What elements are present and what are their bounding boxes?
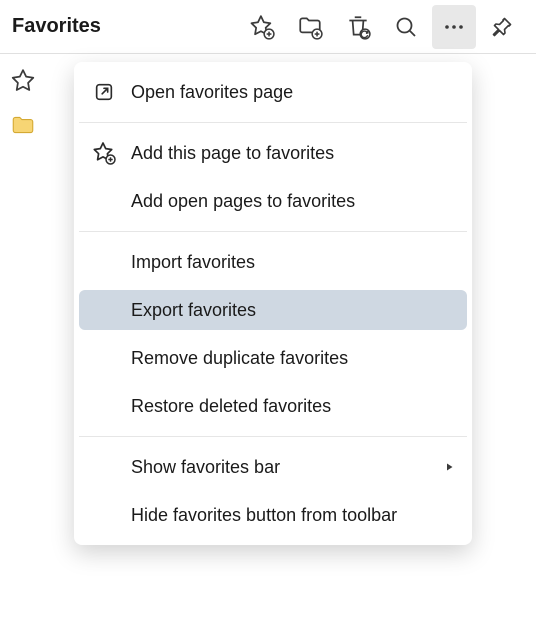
star-add-icon <box>249 14 275 40</box>
menu-show-favorites-bar[interactable]: Show favorites bar <box>79 447 467 487</box>
menu-item-label: Hide favorites button from toolbar <box>131 505 455 526</box>
folder-icon <box>10 112 36 138</box>
add-favorite-button[interactable] <box>240 5 284 49</box>
menu-item-label: Remove duplicate favorites <box>131 348 455 369</box>
menu-item-label: Show favorites bar <box>131 457 443 478</box>
menu-export-favorites[interactable]: Export favorites <box>79 290 467 330</box>
sidebar-favorite-item[interactable] <box>10 68 36 94</box>
menu-item-label: Export favorites <box>131 300 455 321</box>
menu-separator <box>79 122 467 123</box>
menu-import-favorites[interactable]: Import favorites <box>79 242 467 282</box>
menu-add-this-page[interactable]: Add this page to favorites <box>79 133 467 173</box>
star-outline-icon <box>10 68 36 94</box>
sidebar-folder-item[interactable] <box>10 112 36 138</box>
pin-button[interactable] <box>480 5 524 49</box>
more-options-button[interactable] <box>432 5 476 49</box>
trash-restore-icon <box>345 14 371 40</box>
chevron-right-icon <box>443 457 455 478</box>
favorites-sidebar <box>10 68 36 138</box>
favorites-header: Favorites <box>0 0 536 54</box>
menu-hide-favorites-button[interactable]: Hide favorites button from toolbar <box>79 495 467 535</box>
menu-restore-deleted[interactable]: Restore deleted favorites <box>79 386 467 426</box>
star-add-icon <box>91 140 117 166</box>
more-horizontal-icon <box>442 15 466 39</box>
menu-item-label: Import favorites <box>131 252 455 273</box>
search-icon <box>394 15 418 39</box>
menu-add-open-pages[interactable]: Add open pages to favorites <box>79 181 467 221</box>
add-folder-button[interactable] <box>288 5 332 49</box>
more-options-menu: Open favorites page Add this page to fav… <box>74 62 472 545</box>
menu-open-favorites-page[interactable]: Open favorites page <box>79 72 467 112</box>
pin-icon <box>490 15 514 39</box>
menu-item-label: Add this page to favorites <box>131 143 455 164</box>
menu-item-label: Open favorites page <box>131 82 455 103</box>
menu-separator <box>79 436 467 437</box>
menu-remove-duplicates[interactable]: Remove duplicate favorites <box>79 338 467 378</box>
restore-deleted-button[interactable] <box>336 5 380 49</box>
menu-separator <box>79 231 467 232</box>
menu-item-label: Add open pages to favorites <box>131 191 455 212</box>
page-title: Favorites <box>12 15 240 38</box>
menu-item-label: Restore deleted favorites <box>131 396 455 417</box>
header-toolbar <box>240 5 524 49</box>
folder-add-icon <box>297 14 323 40</box>
open-external-icon <box>91 79 117 105</box>
search-button[interactable] <box>384 5 428 49</box>
